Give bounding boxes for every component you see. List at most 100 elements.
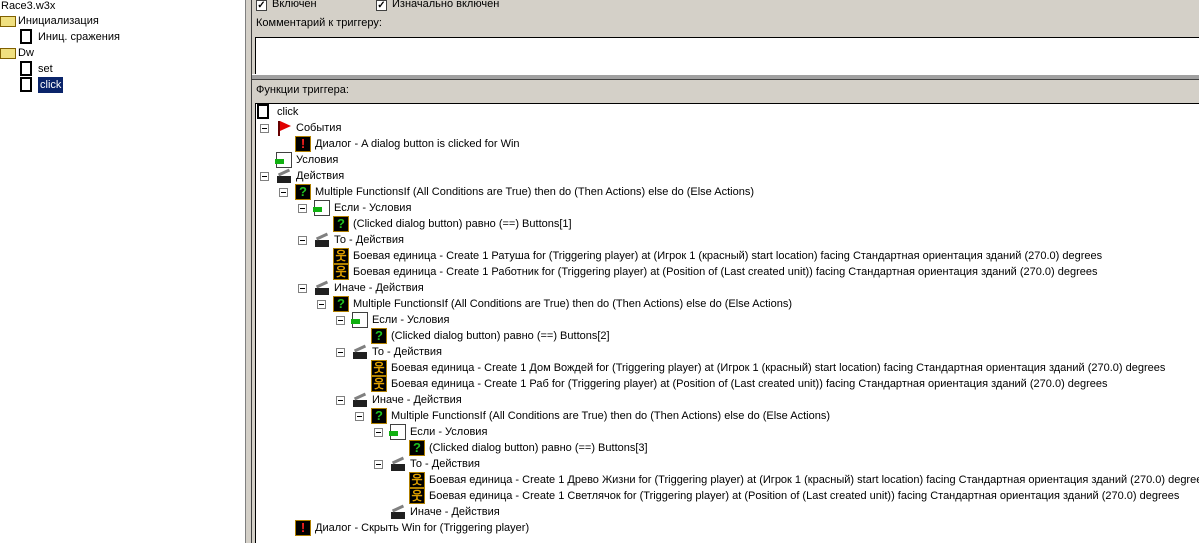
tree-node[interactable]: Иначе - Действия [256, 280, 1199, 296]
trigger-icon [20, 77, 32, 92]
tree-node[interactable]: ? Multiple FunctionsIf (All Conditions ar… [256, 408, 1199, 424]
collapse-toggle-icon[interactable] [260, 124, 269, 133]
collapse-toggle-icon[interactable] [355, 412, 364, 421]
tree-node[interactable]: Если - Условия [256, 424, 1199, 440]
tree-node-label: То - Действия [334, 234, 404, 246]
collapse-toggle-icon[interactable] [298, 284, 307, 293]
trigger-icon [20, 29, 32, 44]
tree-node-label: Если - Условия [372, 314, 450, 326]
tree-node[interactable]: 웃 Боевая единица - Create 1 Дом Вождей fo… [256, 360, 1199, 376]
condition-arrow-icon [313, 200, 330, 216]
tree-node-label: Иначе - Действия [372, 394, 462, 406]
collapse-toggle-icon[interactable] [279, 188, 288, 197]
tree-node[interactable]: ? (Clicked dialog button) равно (==) Butt… [256, 216, 1199, 232]
tree-node[interactable]: ? Multiple FunctionsIf (All Conditions ar… [256, 184, 1199, 200]
function-question-icon: ? [409, 440, 425, 456]
collapse-toggle-icon[interactable] [317, 300, 326, 309]
tree-node[interactable]: ! Диалог - Скрыть Win for (Triggering pla… [256, 520, 1199, 536]
tree-node-label: Боевая единица - Create 1 Работник for (… [353, 266, 1098, 278]
tree-node-label: Боевая единица - Create 1 Раб for (Trigg… [391, 378, 1108, 390]
actions-clapper-icon [314, 280, 330, 296]
trigger-list-item[interactable]: Инициализация [18, 13, 99, 29]
unit-figure-icon: 웃 [371, 360, 387, 376]
tree-node[interactable]: 웃 Боевая единица - Create 1 Работник for … [256, 264, 1199, 280]
event-exclamation-icon: ! [295, 136, 311, 152]
collapse-toggle-icon[interactable] [336, 316, 345, 325]
unit-figure-icon: 웃 [409, 472, 425, 488]
actions-clapper-icon [390, 456, 406, 472]
tree-node[interactable]: Иначе - Действия [256, 504, 1199, 520]
tree-node[interactable]: Действия [256, 168, 1199, 184]
function-question-icon: ? [371, 328, 387, 344]
tree-node-label: Диалог - A dialog button is clicked for … [315, 138, 520, 150]
tree-node[interactable]: click [256, 104, 1199, 120]
tree-node-label: То - Действия [372, 346, 442, 358]
tree-node-label: (Clicked dialog button) равно (==) Butto… [353, 218, 572, 230]
function-question-icon: ? [371, 408, 387, 424]
tree-node-label: Иначе - Действия [334, 282, 424, 294]
tree-node[interactable]: 웃 Боевая единица - Create 1 Светлячок for… [256, 488, 1199, 504]
tree-node[interactable]: ! Диалог - A dialog button is clicked for… [256, 136, 1199, 152]
trigger-list-item[interactable]: click [38, 77, 64, 93]
condition-arrow-icon [389, 424, 406, 440]
tree-node[interactable]: Иначе - Действия [256, 392, 1199, 408]
event-exclamation-icon: ! [295, 520, 311, 536]
tree-node-label: Multiple FunctionsIf (All Conditions are… [353, 298, 792, 310]
events-flag-icon [276, 120, 292, 136]
tree-node[interactable]: 웃 Боевая единица - Create 1 Раб for (Trig… [256, 376, 1199, 392]
trigger-list-item[interactable]: set [38, 61, 53, 77]
condition-arrow-icon [351, 312, 368, 328]
map-name[interactable]: Race3.w3x [1, 0, 55, 14]
actions-clapper-icon [390, 504, 406, 520]
function-question-icon: ? [295, 184, 311, 200]
tree-node[interactable]: Если - Условия [256, 312, 1199, 328]
tree-node[interactable]: Если - Условия [256, 200, 1199, 216]
enabled-label: Включен [272, 0, 317, 10]
collapse-toggle-icon[interactable] [298, 236, 307, 245]
pane-splitter[interactable] [245, 0, 252, 543]
tree-node[interactable]: ? (Clicked dialog button) равно (==) Butt… [256, 440, 1199, 456]
function-question-icon: ? [333, 296, 349, 312]
tree-node-label: Боевая единица - Create 1 Ратуша for (Tr… [353, 250, 1103, 262]
enabled-checkbox[interactable]: ✓ [256, 0, 267, 11]
tree-node[interactable]: События [256, 120, 1199, 136]
comment-label: Комментарий к триггеру: [256, 17, 382, 29]
actions-clapper-icon [314, 232, 330, 248]
tree-node[interactable]: ? (Clicked dialog button) равно (==) Butt… [256, 328, 1199, 344]
unit-figure-icon: 웃 [333, 264, 349, 280]
tree-node[interactable]: То - Действия [256, 232, 1199, 248]
unit-figure-icon: 웃 [371, 376, 387, 392]
tree-node[interactable]: То - Действия [256, 344, 1199, 360]
condition-arrow-icon [275, 152, 292, 168]
trigger-list-item[interactable]: Иниц. сражения [38, 29, 120, 45]
tree-node-label: (Clicked dialog button) равно (==) Butto… [391, 330, 610, 342]
trigger-list-panel: Race3.w3x Инициализация Иниц. сражения Dw s… [0, 0, 245, 543]
initially-on-checkbox[interactable]: ✓ [376, 0, 387, 11]
tree-node[interactable]: 웃 Боевая единица - Create 1 Древо Жизни f… [256, 472, 1199, 488]
actions-clapper-icon [352, 344, 368, 360]
collapse-toggle-icon[interactable] [374, 460, 383, 469]
collapse-toggle-icon[interactable] [374, 428, 383, 437]
function-question-icon: ? [333, 216, 349, 232]
trigger-list-item[interactable]: Dw [18, 45, 34, 61]
tree-node-label: Multiple FunctionsIf (All Conditions are… [315, 186, 754, 198]
tree-node-label: Диалог - Скрыть Win for (Triggering play… [315, 522, 530, 534]
tree-node[interactable]: То - Действия [256, 456, 1199, 472]
tree-node-label: Боевая единица - Create 1 Светлячок for … [429, 490, 1180, 502]
collapse-toggle-icon[interactable] [298, 204, 307, 213]
tree-node-label: Multiple FunctionsIf (All Conditions are… [391, 410, 830, 422]
collapse-toggle-icon[interactable] [336, 348, 345, 357]
tree-node-label: Иначе - Действия [410, 506, 500, 518]
comment-textarea[interactable] [255, 37, 1199, 75]
trigger-functions-tree: click События! Диалог - A dialog button is… [255, 103, 1199, 543]
unit-figure-icon: 웃 [409, 488, 425, 504]
tree-node-label: (Clicked dialog button) равно (==) Butto… [429, 442, 648, 454]
tree-node[interactable]: ? Multiple FunctionsIf (All Conditions ar… [256, 296, 1199, 312]
splitter-bar[interactable] [252, 74, 1199, 80]
trigger-editor-panel: ✓ Включен ✓ Изначально включен Комментар… [252, 0, 1199, 543]
collapse-toggle-icon[interactable] [336, 396, 345, 405]
collapse-toggle-icon[interactable] [260, 172, 269, 181]
tree-node-label: Боевая единица - Create 1 Древо Жизни fo… [429, 474, 1199, 486]
tree-node[interactable]: 웃 Боевая единица - Create 1 Ратуша for (T… [256, 248, 1199, 264]
tree-node[interactable]: Условия [256, 152, 1199, 168]
